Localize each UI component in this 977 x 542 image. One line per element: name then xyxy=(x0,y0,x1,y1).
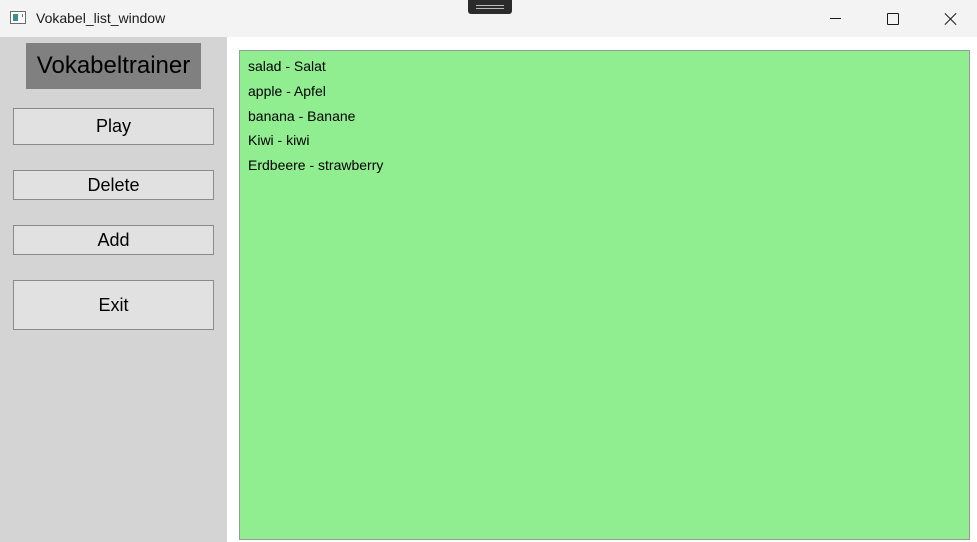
list-item[interactable]: apple - Apfel xyxy=(248,82,969,107)
list-item[interactable]: banana - Banane xyxy=(248,107,969,132)
title-bar[interactable]: Vokabel_list_window xyxy=(0,0,977,37)
exit-button[interactable]: Exit xyxy=(13,280,214,330)
snap-layout-handle[interactable] xyxy=(468,0,512,14)
list-item[interactable]: Erdbeere - strawberry xyxy=(248,156,969,181)
window-title: Vokabel_list_window xyxy=(36,10,166,26)
add-button[interactable]: Add xyxy=(13,225,214,255)
vocab-listbox[interactable]: salad - Salat apple - Apfel banana - Ban… xyxy=(239,50,970,540)
minimize-button[interactable] xyxy=(806,0,864,37)
maximize-icon xyxy=(887,12,899,25)
maximize-button[interactable] xyxy=(864,0,922,37)
play-button[interactable]: Play xyxy=(13,108,214,145)
main-area: salad - Salat apple - Apfel banana - Ban… xyxy=(227,37,977,542)
app-heading: Vokabeltrainer xyxy=(26,43,201,89)
app-window-icon xyxy=(10,11,26,24)
close-button[interactable] xyxy=(922,0,977,37)
list-item[interactable]: salad - Salat xyxy=(248,57,969,82)
delete-button[interactable]: Delete xyxy=(13,170,214,200)
minimize-icon xyxy=(829,18,841,19)
close-icon xyxy=(945,13,957,25)
sidebar: Vokabeltrainer Play Delete Add Exit xyxy=(0,37,227,542)
list-item[interactable]: Kiwi - kiwi xyxy=(248,131,969,156)
